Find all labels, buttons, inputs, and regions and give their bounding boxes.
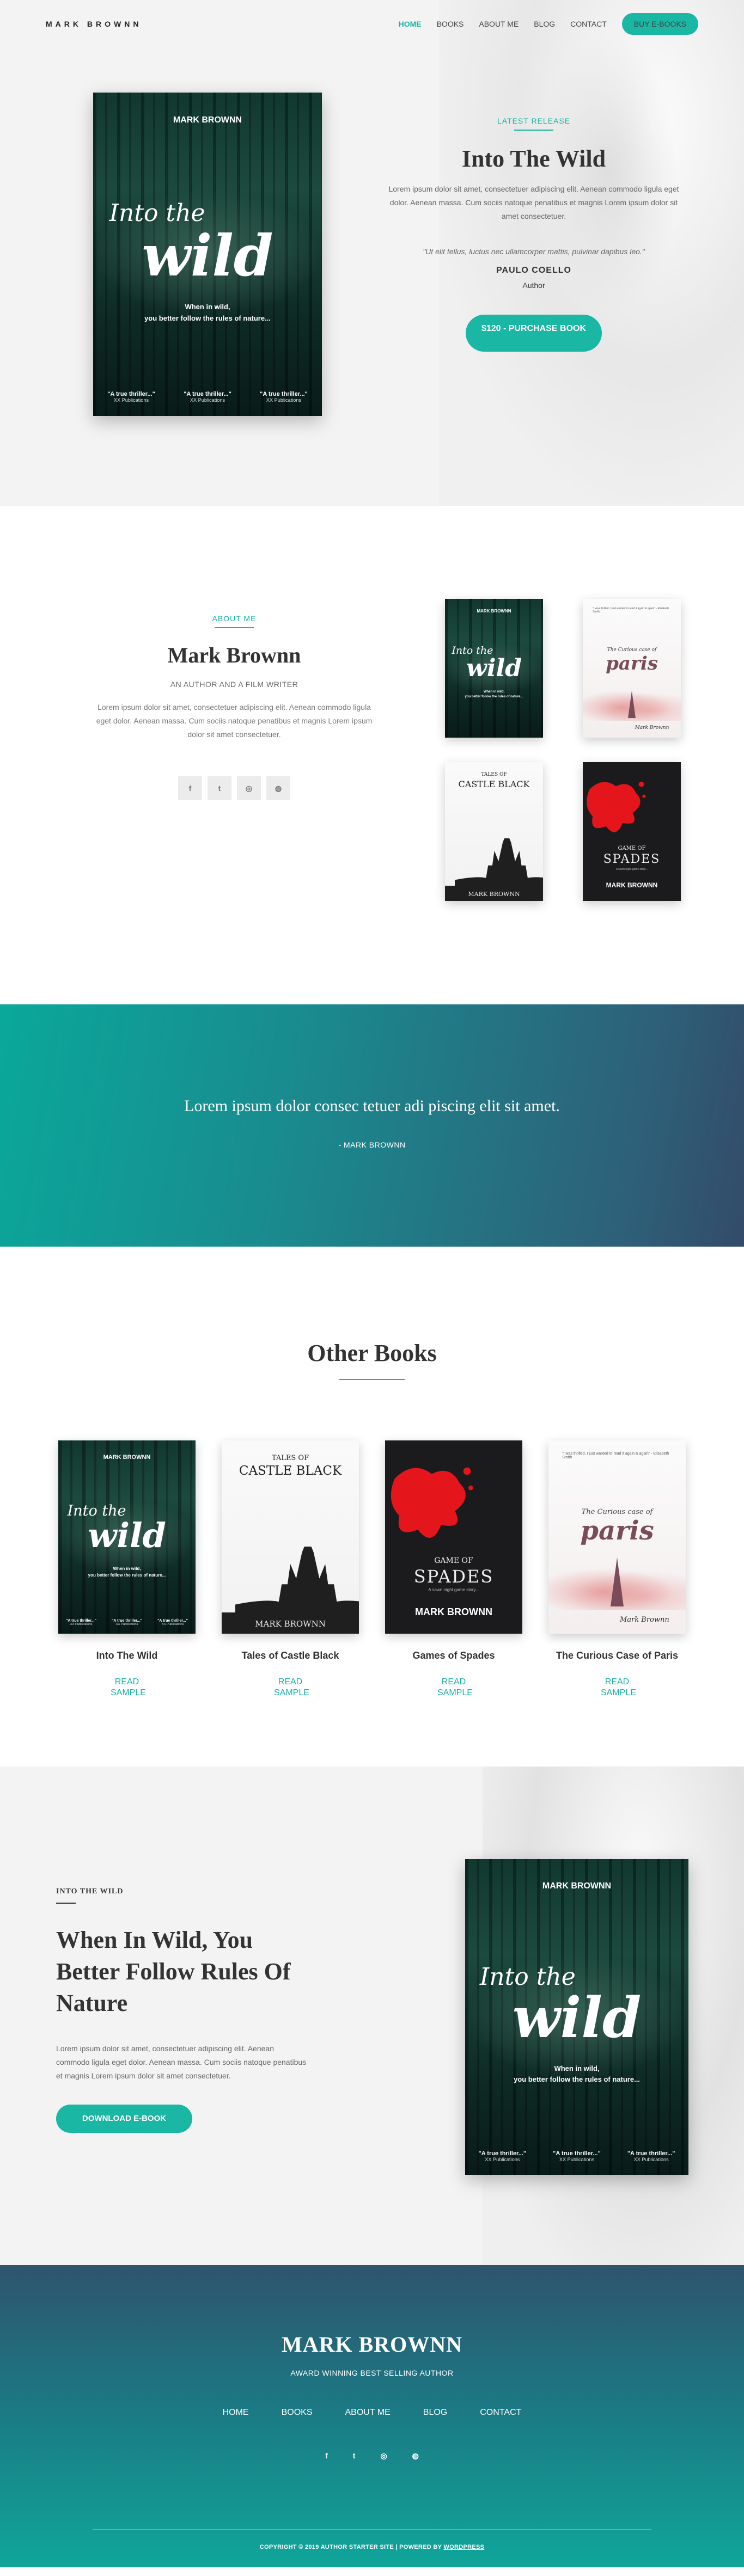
site-header: MARK BROWNN HOME BOOKS ABOUT ME BLOG CON… [0, 0, 744, 48]
hero-info: LATEST RELEASE Into The Wild Lorem ipsum… [381, 116, 686, 352]
hero-quote: "Ut elit tellus, luctus nec ullamcorper … [423, 247, 645, 256]
quote-band: Lorem ipsum dolor consec tetuer adi pisc… [0, 1004, 744, 1247]
read-sample-link[interactable]: READ SAMPLE [111, 1677, 146, 1698]
author-name: Mark Brownn [167, 643, 301, 667]
read-sample-link[interactable]: READ SAMPLE [601, 1677, 636, 1698]
about-text: ABOUT ME Mark Brownn AN AUTHOR AND A FIL… [93, 614, 376, 800]
footer-nav-contact[interactable]: CONTACT [480, 2408, 521, 2418]
about-section: ABOUT ME Mark Brownn AN AUTHOR AND A FIL… [0, 506, 744, 1004]
nav-about-me[interactable]: ABOUT ME [479, 20, 519, 28]
about-cover-curious-case-of-paris[interactable]: "I was thrilled, I just wanted to read i… [583, 599, 681, 738]
copyright: COPYRIGHT © 2019 AUTHOR STARTER SITE | P… [259, 2544, 485, 2550]
about-description: Lorem ipsum dolor sit amet, consectetuer… [96, 703, 373, 739]
hero-quote-role: Author [522, 281, 545, 290]
nav-contact[interactable]: CONTACT [570, 20, 607, 28]
book-card: GAME OF SPADES A sawn night game story..… [385, 1440, 522, 1698]
title-divider [339, 1379, 405, 1380]
featured-quote: Lorem ipsum dolor consec tetuer adi pisc… [184, 1097, 560, 1115]
about-kicker: ABOUT ME [212, 614, 257, 628]
book-card: "I was thrilled, I just wanted to read i… [548, 1440, 686, 1698]
book-card: MARK BROWNN Into the wild When in wild, … [58, 1440, 196, 1698]
footer-nav-blog[interactable]: BLOG [423, 2408, 447, 2418]
other-books-section: Other Books MARK BROWNN Into the wild Wh… [0, 1247, 744, 1767]
book-title: The Curious Case of Paris [556, 1650, 679, 1661]
instagram-icon[interactable]: ◎ [380, 2451, 387, 2461]
dribbble-icon[interactable]: ◍ [266, 776, 290, 800]
red-splash [587, 781, 646, 832]
site-footer: MARK BROWNN AWARD WINNING BEST SELLING A… [0, 2265, 744, 2567]
about-cover-into-the-wild[interactable]: MARK BROWNN Into the wild When in wild, … [445, 599, 543, 738]
buy-ebooks-button[interactable]: BUY E-BOOKS [621, 13, 698, 35]
read-sample-link[interactable]: READ SAMPLE [274, 1677, 309, 1698]
cover-tagline-2: you better follow the rules of nature... [144, 314, 271, 322]
feature-title: When In Wild, You Better Follow Rules Of… [56, 1927, 291, 2016]
featured-quote-author: - MARK BROWNN [338, 1140, 406, 1149]
download-ebook-button[interactable]: DOWNLOAD E-BOOK [56, 2105, 192, 2133]
book-cover-game-of-spades[interactable]: GAME OF SPADES A sawn night game story..… [385, 1440, 522, 1634]
about-cover-game-of-spades[interactable]: GAME OF SPADES A sawn night game story..… [583, 762, 681, 901]
read-sample-link[interactable]: READ SAMPLE [437, 1677, 473, 1698]
cover-quotes: "A true thriller..." XX Publications "A t… [107, 391, 308, 403]
cover-tagline-1: When in wild, [185, 303, 230, 311]
twitter-icon[interactable]: t [353, 2451, 356, 2461]
hero-description: Lorem ipsum dolor sit amet, consectetuer… [388, 185, 679, 220]
nav-blog[interactable]: BLOG [534, 20, 555, 28]
feature-section: INTO THE WILD When In Wild, You Better F… [0, 1767, 744, 2265]
facebook-icon[interactable]: f [178, 776, 202, 800]
footer-social-links: f t ◎ ◍ [0, 2451, 744, 2461]
book-card: TALES OF CASTLE BLACK MARK BROWNN Tales … [222, 1440, 359, 1698]
book-title: Tales of Castle Black [241, 1650, 339, 1661]
book-cover-curious-case-of-paris[interactable]: "I was thrilled, I just wanted to read i… [548, 1440, 686, 1634]
hero-title: Into The Wild [461, 145, 606, 172]
book-cover-into-the-wild[interactable]: MARK BROWNN Into the wild When in wild, … [58, 1440, 196, 1634]
book-title: Into The Wild [96, 1650, 158, 1661]
instagram-icon[interactable]: ◎ [237, 776, 261, 800]
book-title: Games of Spades [412, 1650, 495, 1661]
footer-nav-about-me[interactable]: ABOUT ME [345, 2408, 391, 2418]
cover-title-wild: wild [142, 222, 273, 289]
cover-author: MARK BROWNN [173, 115, 242, 125]
feature-book-cover-into-the-wild: MARK BROWNN Into the wild When in wild, … [465, 1859, 688, 2175]
facebook-icon[interactable]: f [325, 2451, 328, 2461]
red-splash [391, 1467, 473, 1538]
nav-home[interactable]: HOME [399, 20, 422, 28]
footer-nav-home[interactable]: HOME [223, 2408, 249, 2418]
dribbble-icon[interactable]: ◍ [412, 2451, 419, 2461]
other-books-title: Other Books [307, 1340, 437, 1366]
about-cover-tales-of-castle-black[interactable]: TALES OF CASTLE BLACK MARK BROWNN [445, 762, 543, 901]
author-subtitle: AN AUTHOR AND A FILM WRITER [170, 680, 298, 689]
footer-logo: MARK BROWNN [281, 2332, 463, 2357]
feature-text: INTO THE WILD When In Wild, You Better F… [56, 1886, 307, 2133]
about-social-links: f t ◎ ◍ [93, 776, 376, 800]
main-nav: HOME BOOKS ABOUT ME BLOG CONTACT BUY E-B… [383, 13, 698, 35]
nav-books[interactable]: BOOKS [437, 20, 464, 28]
hero-quote-author: PAULO COELLO [496, 266, 571, 275]
footer-subtitle: AWARD WINNING BEST SELLING AUTHOR [290, 2369, 454, 2377]
purchase-book-button[interactable]: $120 - PURCHASE BOOK [466, 315, 602, 352]
footer-nav-books[interactable]: BOOKS [282, 2408, 313, 2418]
hero-book-cover-into-the-wild: MARK BROWNN Into the wild When in wild, … [93, 93, 322, 416]
site-logo[interactable]: MARK BROWNN [46, 20, 142, 28]
feature-description: Lorem ipsum dolor sit amet, consectetuer… [56, 2044, 307, 2080]
hero-section: MARK BROWNN HOME BOOKS ABOUT ME BLOG CON… [0, 0, 744, 506]
wordpress-link[interactable]: WORDPRESS [443, 2544, 484, 2550]
feature-kicker: INTO THE WILD [56, 1887, 124, 1904]
book-cover-tales-of-castle-black[interactable]: TALES OF CASTLE BLACK MARK BROWNN [222, 1440, 359, 1634]
twitter-icon[interactable]: t [208, 776, 231, 800]
latest-release-kicker: LATEST RELEASE [497, 116, 570, 131]
footer-nav: HOME BOOKS ABOUT ME BLOG CONTACT [0, 2408, 744, 2418]
footer-divider [93, 2529, 651, 2530]
